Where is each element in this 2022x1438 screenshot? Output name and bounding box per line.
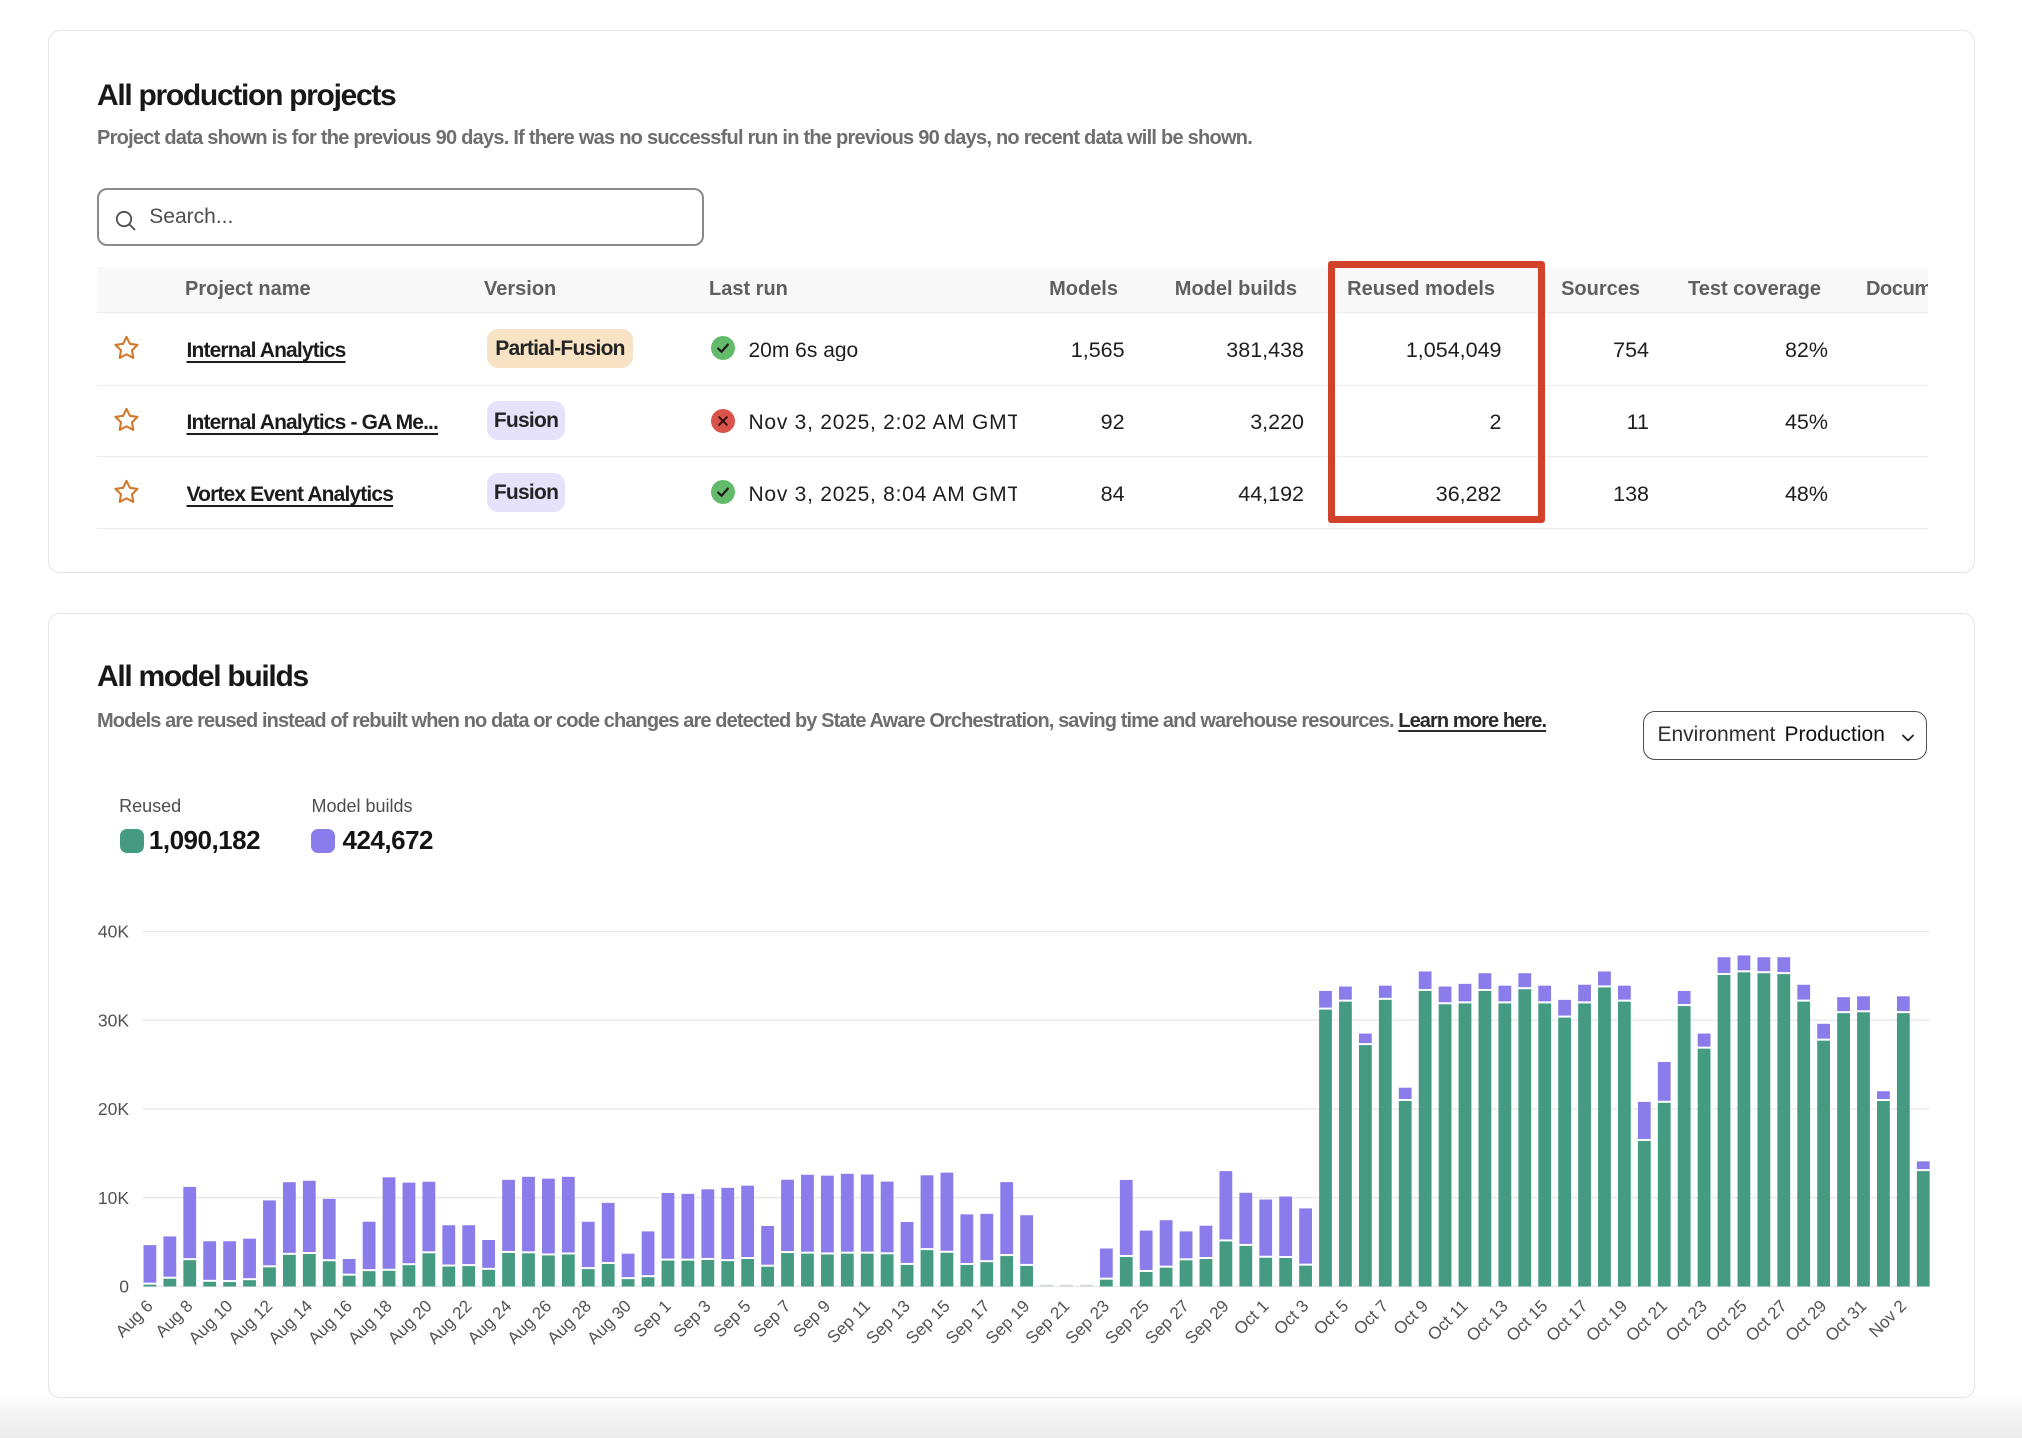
svg-text:Oct 23: Oct 23 [1662, 1296, 1711, 1345]
svg-text:Aug 10: Aug 10 [185, 1296, 237, 1348]
svg-text:Oct 27: Oct 27 [1742, 1296, 1791, 1345]
svg-text:Sep 27: Sep 27 [1141, 1296, 1193, 1348]
svg-text:Aug 26: Aug 26 [504, 1296, 556, 1348]
svg-text:Aug 22: Aug 22 [424, 1296, 476, 1348]
svg-text:40K: 40K [98, 921, 129, 941]
svg-text:30K: 30K [98, 1010, 129, 1030]
svg-text:Aug 14: Aug 14 [265, 1296, 317, 1348]
svg-text:Oct 1: Oct 1 [1230, 1296, 1272, 1338]
svg-text:Sep 15: Sep 15 [902, 1296, 954, 1348]
svg-text:Oct 21: Oct 21 [1622, 1296, 1671, 1345]
svg-text:Aug 18: Aug 18 [344, 1296, 396, 1348]
svg-text:Oct 29: Oct 29 [1782, 1296, 1831, 1345]
svg-text:Sep 1: Sep 1 [630, 1296, 675, 1341]
svg-text:Oct 3: Oct 3 [1270, 1296, 1312, 1338]
svg-text:Sep 5: Sep 5 [710, 1296, 755, 1341]
svg-text:Aug 24: Aug 24 [464, 1296, 516, 1348]
svg-text:20K: 20K [98, 1099, 129, 1119]
svg-text:Aug 6: Aug 6 [112, 1296, 157, 1341]
svg-text:Oct 11: Oct 11 [1424, 1296, 1472, 1344]
svg-text:Oct 13: Oct 13 [1463, 1296, 1512, 1345]
svg-text:Aug 30: Aug 30 [583, 1296, 635, 1348]
svg-text:Sep 7: Sep 7 [749, 1296, 794, 1341]
svg-text:10K: 10K [98, 1187, 129, 1207]
svg-text:Sep 19: Sep 19 [982, 1296, 1034, 1348]
svg-text:Oct 15: Oct 15 [1503, 1296, 1552, 1345]
svg-text:Oct 7: Oct 7 [1350, 1296, 1392, 1338]
svg-text:Oct 31: Oct 31 [1821, 1296, 1870, 1345]
svg-text:Aug 20: Aug 20 [384, 1296, 436, 1348]
svg-text:Oct 19: Oct 19 [1582, 1296, 1631, 1345]
svg-text:Sep 29: Sep 29 [1181, 1296, 1233, 1348]
svg-text:Sep 13: Sep 13 [862, 1296, 914, 1348]
svg-text:Oct 17: Oct 17 [1543, 1296, 1592, 1345]
svg-text:Sep 23: Sep 23 [1062, 1296, 1114, 1348]
svg-text:0: 0 [119, 1276, 129, 1296]
svg-text:Sep 3: Sep 3 [670, 1296, 715, 1341]
svg-text:Sep 17: Sep 17 [942, 1296, 994, 1348]
svg-text:Sep 21: Sep 21 [1022, 1296, 1074, 1348]
svg-text:Aug 12: Aug 12 [225, 1296, 277, 1348]
svg-text:Aug 28: Aug 28 [544, 1296, 596, 1348]
svg-text:Oct 5: Oct 5 [1310, 1296, 1352, 1338]
svg-text:Aug 16: Aug 16 [304, 1296, 356, 1348]
svg-text:Sep 25: Sep 25 [1101, 1296, 1153, 1348]
svg-text:Oct 25: Oct 25 [1702, 1296, 1751, 1345]
svg-text:Nov 2: Nov 2 [1865, 1296, 1910, 1341]
